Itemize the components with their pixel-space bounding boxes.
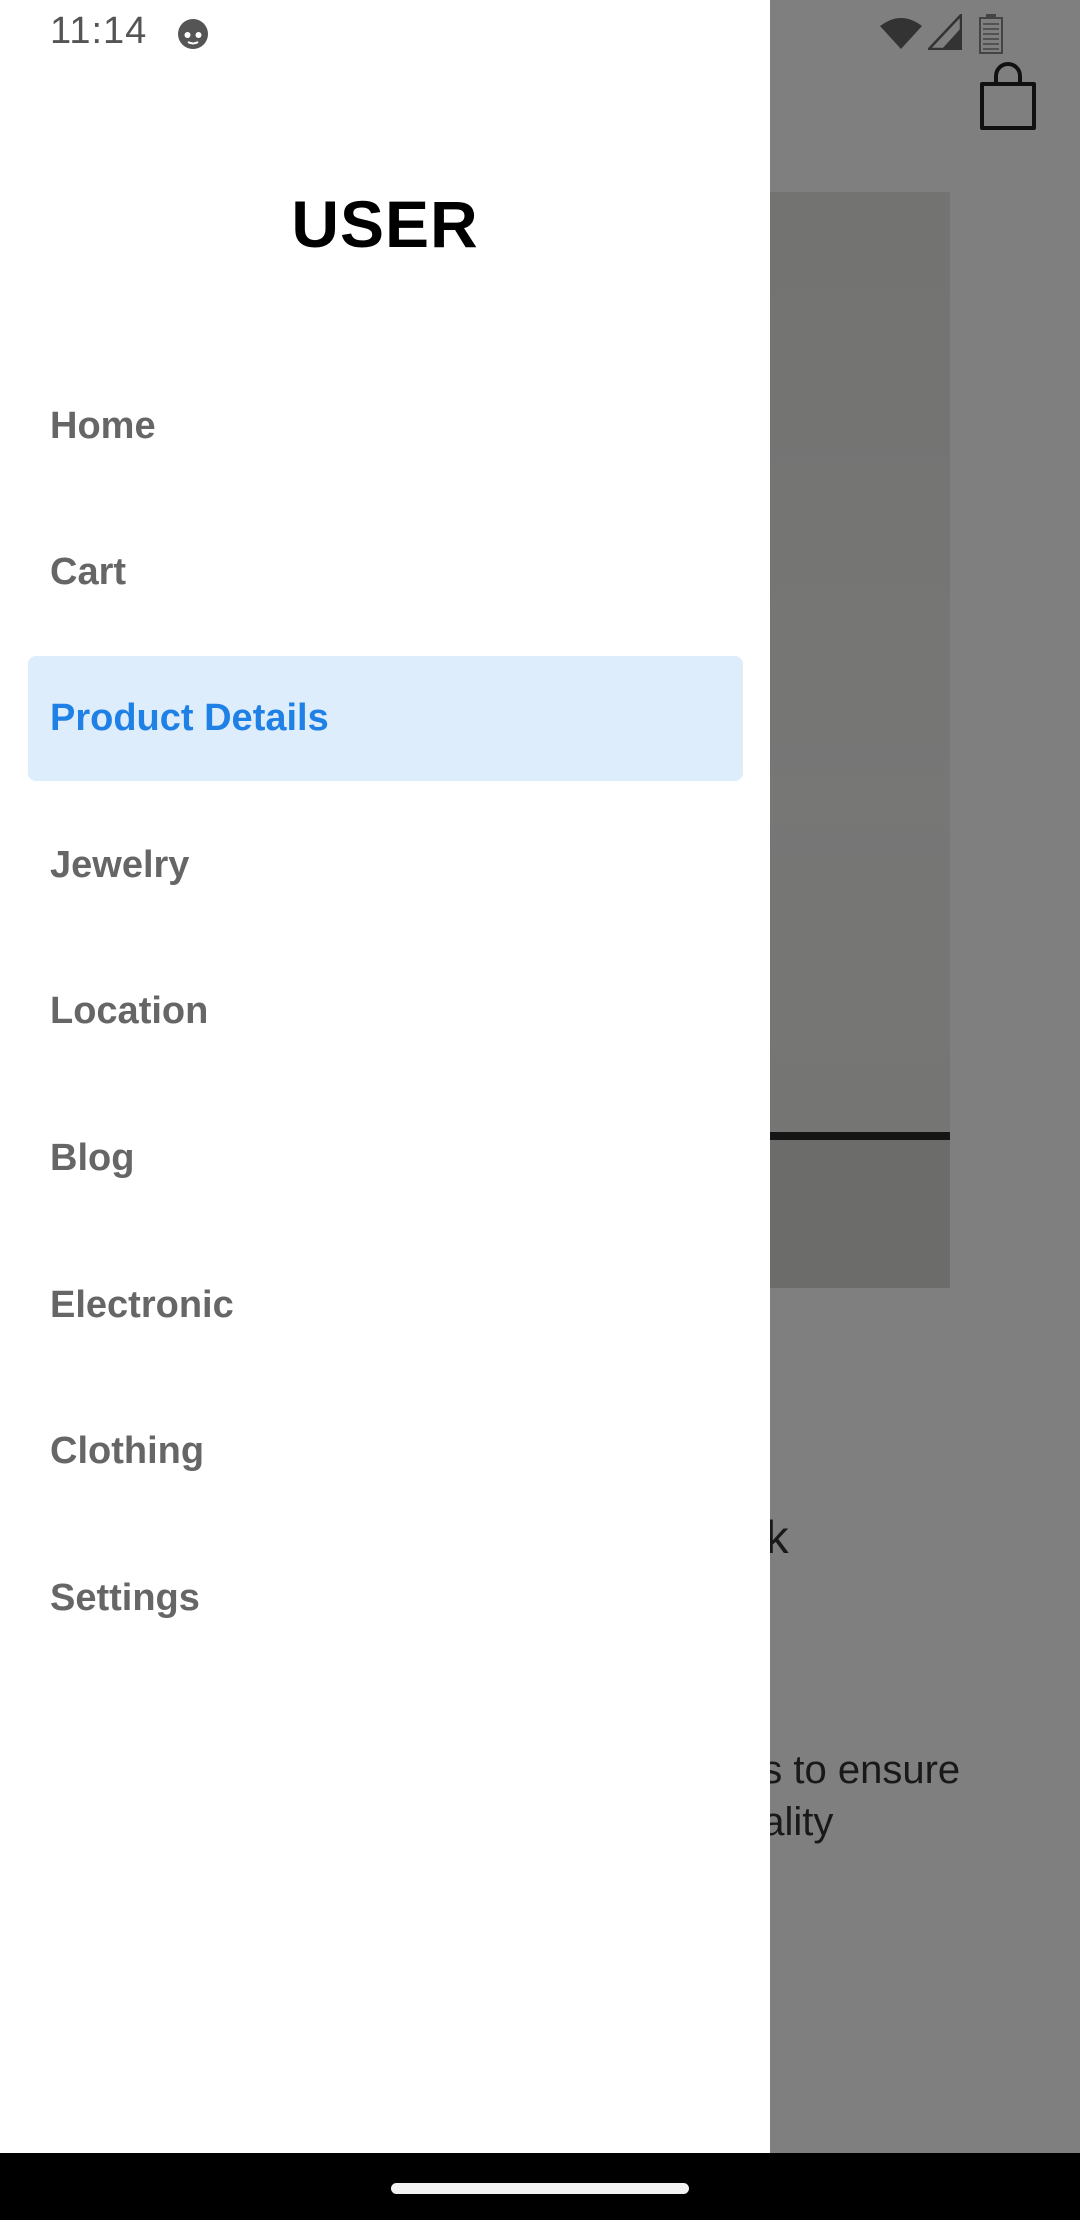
- nav-list: Home Cart Product Details Jewelry Locati…: [0, 0, 770, 2153]
- nav-item-blog[interactable]: Blog: [28, 1096, 743, 1221]
- nav-item-electronic[interactable]: Electronic: [28, 1243, 743, 1368]
- status-bar: 11:14: [0, 0, 1080, 66]
- nav-item-settings[interactable]: Settings: [28, 1536, 743, 1661]
- nav-item-clothing[interactable]: Clothing: [28, 1389, 743, 1514]
- nav-item-cart[interactable]: Cart: [28, 510, 743, 635]
- wifi-icon: [880, 18, 922, 49]
- nav-item-label: Cart: [50, 551, 127, 593]
- status-time: 11:14: [50, 10, 148, 52]
- navigation-drawer: USER Home Cart Product Details Jewelry L…: [0, 0, 770, 2153]
- battery-icon: [979, 14, 1003, 54]
- nav-item-label: Clothing: [50, 1430, 205, 1472]
- nav-item-label: Settings: [50, 1577, 200, 1619]
- nav-item-label: Jewelry: [50, 844, 190, 886]
- system-navigation-bar: [0, 2153, 1080, 2220]
- nav-item-location[interactable]: Location: [28, 949, 743, 1074]
- nav-item-label: Home: [50, 405, 156, 447]
- nav-item-label: Electronic: [50, 1284, 234, 1326]
- nav-item-product-details[interactable]: Product Details: [28, 656, 743, 781]
- app-notification-icon: [178, 19, 208, 49]
- nav-item-home[interactable]: Home: [28, 364, 743, 489]
- nav-item-label: Blog: [50, 1137, 135, 1179]
- nav-item-label: Product Details: [50, 697, 329, 739]
- cell-signal-icon: [928, 14, 962, 50]
- home-indicator[interactable]: [391, 2183, 689, 2194]
- nav-item-jewelry[interactable]: Jewelry: [28, 803, 743, 928]
- nav-item-label: Location: [50, 990, 209, 1032]
